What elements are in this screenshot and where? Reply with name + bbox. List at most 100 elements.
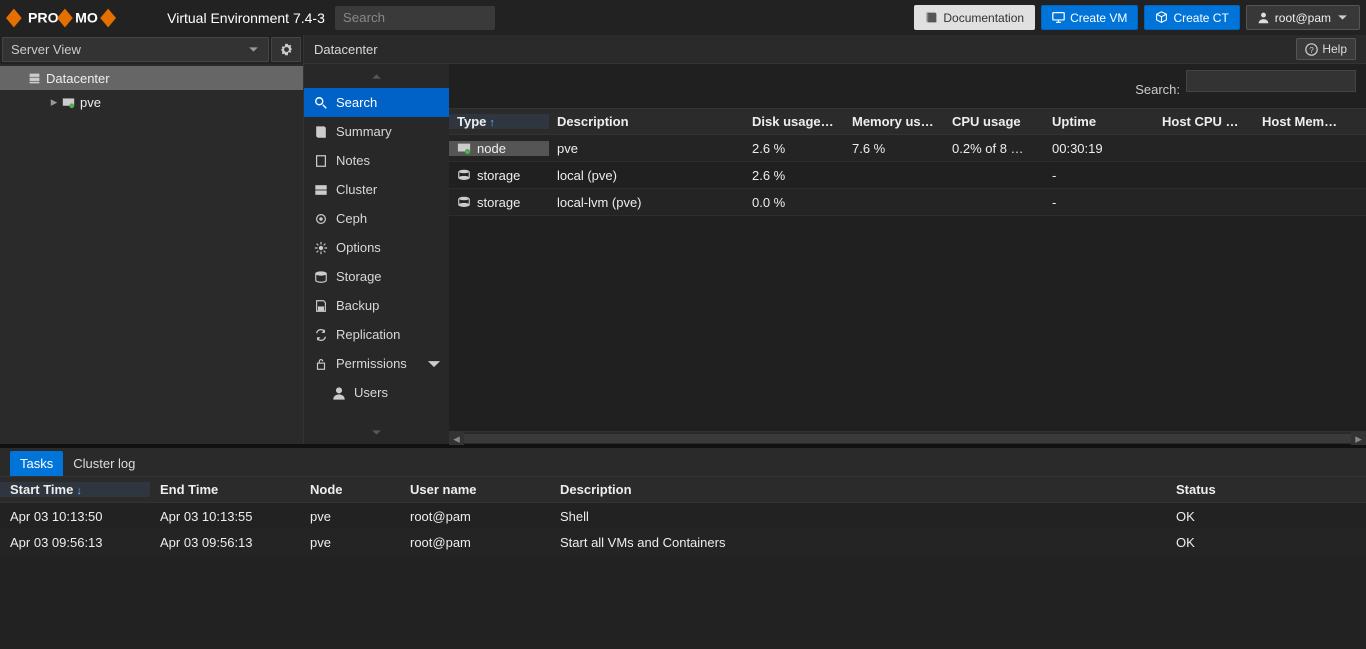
cell-status: OK — [1166, 535, 1366, 550]
col-uptime[interactable]: Uptime — [1044, 114, 1154, 129]
task-row[interactable]: Apr 03 09:56:13Apr 03 09:56:13pveroot@pa… — [0, 529, 1366, 555]
menu-item-label: Search — [336, 95, 377, 110]
menu-item-storage[interactable]: Storage — [304, 262, 449, 291]
cell-disk: 0.0 % — [744, 195, 844, 210]
svg-text:PRO: PRO — [28, 9, 59, 25]
scroll-track[interactable] — [464, 434, 1351, 443]
scroll-right-icon[interactable]: ▸ — [1351, 432, 1366, 445]
grid-search-input[interactable] — [1186, 70, 1356, 92]
sync-icon — [314, 328, 328, 342]
col-user[interactable]: User name — [400, 482, 550, 497]
cell-desc: Shell — [550, 509, 1166, 524]
chevron-down-icon — [1336, 11, 1349, 24]
user-label: root@pam — [1275, 11, 1331, 25]
menu-item-summary[interactable]: Summary — [304, 117, 449, 146]
col-memory[interactable]: Memory us… — [844, 114, 944, 129]
cell-end: Apr 03 09:56:13 — [150, 535, 300, 550]
col-type[interactable]: Type↑ — [449, 114, 549, 129]
task-row[interactable]: Apr 03 10:13:50Apr 03 10:13:55pveroot@pa… — [0, 503, 1366, 529]
tree-item-pve[interactable]: ▸ pve — [0, 90, 303, 114]
cell-uptime: - — [1044, 168, 1154, 183]
save-icon — [314, 299, 328, 313]
view-dropdown[interactable]: Server View — [2, 37, 269, 62]
menu-item-label: Notes — [336, 153, 370, 168]
cell-desc: Start all VMs and Containers — [550, 535, 1166, 550]
cell-uptime: - — [1044, 195, 1154, 210]
col-status[interactable]: Status — [1166, 482, 1366, 497]
cell-node: pve — [300, 509, 400, 524]
work-area: Search Summary Notes Cluster Ceph Option… — [304, 64, 1366, 444]
sidebar-top: Server View — [0, 35, 303, 64]
cell-type: storage — [477, 195, 520, 210]
menu-item-replication[interactable]: Replication — [304, 320, 449, 349]
resource-grid: Search: Type↑ Description Disk usage… Me… — [449, 64, 1366, 444]
col-hostmem[interactable]: Host Mem… — [1254, 114, 1366, 129]
user-icon — [1257, 11, 1270, 24]
help-label: Help — [1322, 42, 1347, 56]
menu-scroll-down[interactable] — [304, 420, 449, 444]
col-end-time[interactable]: End Time — [150, 482, 300, 497]
scroll-left-icon[interactable]: ◂ — [449, 432, 464, 445]
menu-item-label: Storage — [336, 269, 382, 284]
grid-horizontal-scrollbar[interactable]: ◂ ▸ — [449, 431, 1366, 444]
documentation-button[interactable]: Documentation — [914, 5, 1035, 30]
menu-item-options[interactable]: Options — [304, 233, 449, 262]
menu-item-label: Cluster — [336, 182, 377, 197]
svg-text:?: ? — [1310, 45, 1315, 54]
menu-item-users[interactable]: Users — [304, 378, 449, 407]
proxmox-logo: PROMO — [6, 3, 163, 33]
tree-expander[interactable]: ▸ — [48, 94, 60, 110]
content-area: Datacenter ? Help Search Summary Notes C… — [304, 35, 1366, 444]
col-start-time[interactable]: Start Time↓ — [0, 482, 150, 497]
col-node[interactable]: Node — [300, 482, 400, 497]
user-icon — [332, 386, 346, 400]
server-icon — [314, 183, 328, 197]
col-cpu[interactable]: CPU usage — [944, 114, 1044, 129]
create-vm-button[interactable]: Create VM — [1041, 5, 1138, 30]
menu-scroll-up[interactable] — [304, 64, 449, 88]
tab-tasks[interactable]: Tasks — [10, 451, 63, 476]
tree-item-datacenter[interactable]: Datacenter — [0, 66, 303, 90]
cell-cpu: 0.2% of 8 … — [944, 141, 1044, 156]
help-button[interactable]: ? Help — [1296, 38, 1356, 60]
header-search-input[interactable] — [335, 6, 495, 30]
view-dropdown-label: Server View — [11, 42, 81, 57]
col-description[interactable]: Description — [549, 114, 744, 129]
cell-user: root@pam — [400, 535, 550, 550]
col-hostcpu[interactable]: Host CPU … — [1154, 114, 1254, 129]
menu-item-notes[interactable]: Notes — [304, 146, 449, 175]
cell-start: Apr 03 09:56:13 — [0, 535, 150, 550]
chevron-up-icon — [370, 70, 383, 83]
menu-item-cluster[interactable]: Cluster — [304, 175, 449, 204]
sidebar-settings-button[interactable] — [271, 37, 301, 62]
cell-status: OK — [1166, 509, 1366, 524]
menu-item-backup[interactable]: Backup — [304, 291, 449, 320]
menu-item-ceph[interactable]: Ceph — [304, 204, 449, 233]
tasks-header-row: Start Time↓ End Time Node User name Desc… — [0, 476, 1366, 503]
chevron-down-icon — [247, 43, 260, 56]
user-menu-button[interactable]: root@pam — [1246, 5, 1360, 30]
create-ct-button[interactable]: Create CT — [1144, 5, 1239, 30]
menu-item-search[interactable]: Search — [304, 88, 449, 117]
chevron-down-icon — [370, 426, 383, 439]
create-vm-label: Create VM — [1070, 11, 1127, 25]
grid-row[interactable]: nodepve2.6 %7.6 %0.2% of 8 …00:30:19 — [449, 135, 1366, 162]
menu-item-label: Users — [354, 385, 388, 400]
grid-row[interactable]: storagelocal (pve)2.6 %- — [449, 162, 1366, 189]
cell-node: pve — [300, 535, 400, 550]
note-icon — [314, 154, 328, 168]
monitor-icon — [1052, 11, 1065, 24]
col-disk[interactable]: Disk usage… — [744, 114, 844, 129]
create-ct-label: Create CT — [1173, 11, 1228, 25]
tab-cluster-log[interactable]: Cluster log — [63, 451, 145, 476]
cell-disk: 2.6 % — [744, 168, 844, 183]
main-area: Server View Datacenter ▸ pve Datacenter — [0, 35, 1366, 444]
menu-item-permissions[interactable]: Permissions — [304, 349, 449, 378]
gear-icon — [280, 43, 293, 56]
cube-icon — [1155, 11, 1168, 24]
col-task-desc[interactable]: Description — [550, 482, 1166, 497]
menu-item-label: Permissions — [336, 356, 407, 371]
lock-open-icon — [314, 357, 328, 371]
menu-item-label: Summary — [336, 124, 392, 139]
grid-row[interactable]: storagelocal-lvm (pve)0.0 %- — [449, 189, 1366, 216]
